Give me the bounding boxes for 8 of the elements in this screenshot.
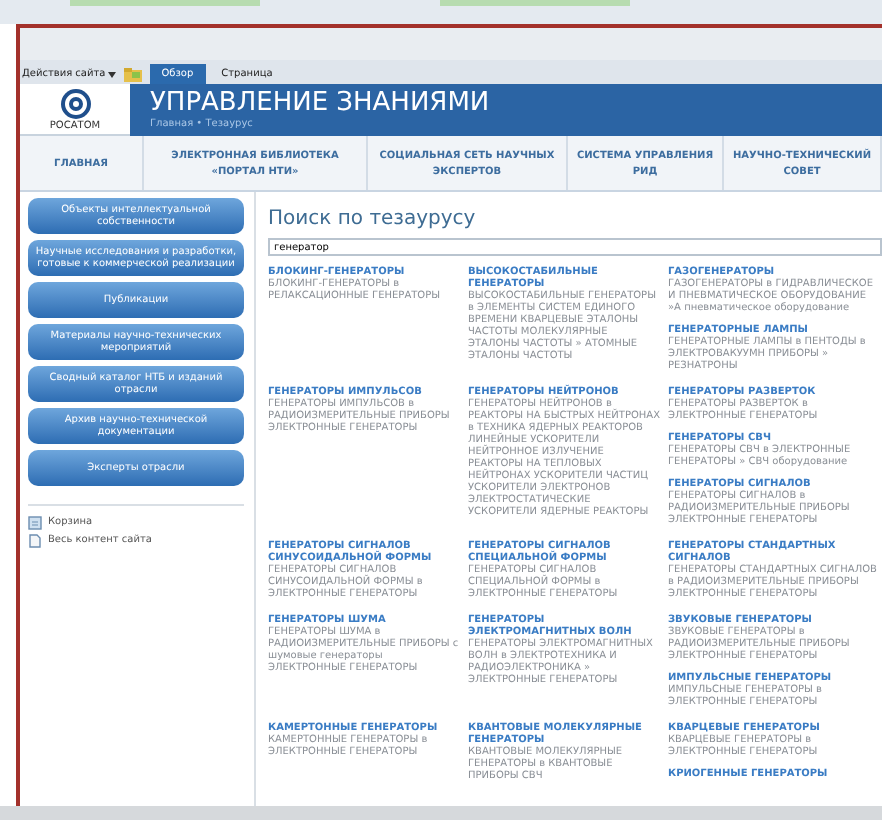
folder-icon xyxy=(123,68,142,82)
browser-tab[interactable] xyxy=(440,0,630,6)
document-icon xyxy=(28,534,42,548)
bin-icon xyxy=(28,516,42,530)
search-title: Поиск по тезаурусу xyxy=(268,208,478,232)
caret-icon xyxy=(107,72,116,78)
browser-tab[interactable] xyxy=(70,0,260,6)
site-title: УПРАВЛЕНИЕ ЗНАНИЯМИ xyxy=(150,88,492,118)
